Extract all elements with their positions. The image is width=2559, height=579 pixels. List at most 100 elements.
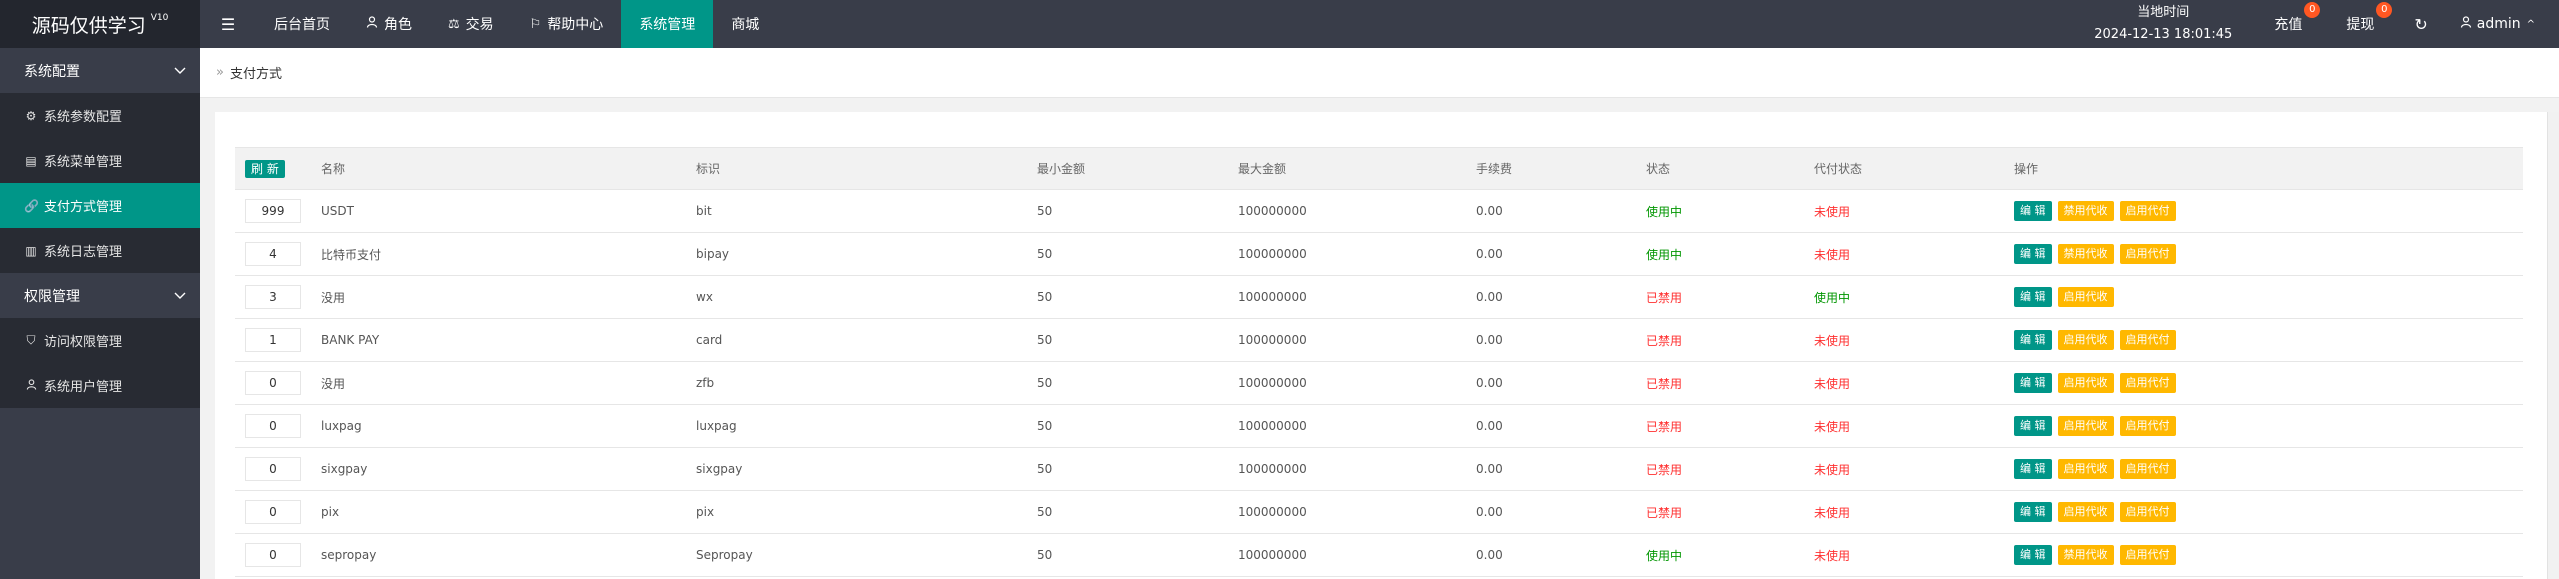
toggle-payout-button[interactable]: 启用代付 [2119,201,2176,221]
nav-item-trade[interactable]: ⚖ 交易 [430,0,512,48]
sort-cell: 0 [235,447,311,491]
nav-item-mall[interactable]: 商城 [713,0,777,48]
breadcrumb-separator-icon: » [216,65,224,80]
sort-input[interactable]: 999 [245,199,301,223]
payout-status-cell: 未使用 [1804,404,2004,448]
edit-button[interactable]: 编 辑 [2014,201,2052,221]
menu-icon[interactable]: ☰ [200,0,256,48]
sort-input[interactable]: 0 [245,500,301,524]
edit-button[interactable]: 编 辑 [2014,244,2052,264]
nav-item-system[interactable]: 系统管理 [621,0,714,48]
toggle-collect-button[interactable]: 启用代收 [2057,330,2114,350]
vertical-scrollbar[interactable] [2547,112,2559,579]
status-cell: 已禁用 [1636,361,1804,405]
user-icon [2460,16,2472,32]
table-header-cell: 标识 [686,147,1027,190]
withdraw-label: 提现 [2346,17,2375,33]
sort-input[interactable]: 0 [245,414,301,438]
toggle-payout-button[interactable]: 启用代付 [2119,502,2176,522]
name-cell: sepropay [311,533,686,577]
toggle-collect-button[interactable]: 禁用代收 [2057,201,2114,221]
sidebar-item-logs[interactable]: ▥ 系统日志管理 [0,228,200,273]
logo-text: 源码仅供学习 [31,14,146,37]
nav-item-label: 帮助中心 [547,17,604,33]
sort-input[interactable]: 3 [245,285,301,309]
toggle-collect-button[interactable]: 启用代收 [2057,416,2114,436]
toggle-collect-button[interactable]: 启用代收 [2057,373,2114,393]
flag-icon: ⚐ [529,16,542,32]
sidebar-item-users[interactable]: 系统用户管理 [0,363,200,408]
name-cell: pix [311,490,686,534]
local-clock: 当地时间 2024-12-13 18:01:45 [2074,0,2252,48]
toggle-collect-button[interactable]: 启用代收 [2057,459,2114,479]
edit-button[interactable]: 编 辑 [2014,416,2052,436]
sidebar-item-access[interactable]: ⛉ 访问权限管理 [0,318,200,363]
table-row: 999 USDT bit 50 100000000 0.00 使用中 未使用编 辑禁用代收 启用… [235,189,2523,233]
refresh-icon[interactable]: ↻ [2396,0,2445,48]
table-header-sort: 刷 新 [235,147,311,190]
refresh-button[interactable]: 刷 新 [245,160,285,178]
sort-input[interactable]: 4 [245,242,301,266]
edit-button[interactable]: 编 辑 [2014,287,2052,307]
min-amount-cell: 50 [1027,232,1228,276]
user-name: admin [2476,16,2521,32]
table-row: 0 sixgpay sixgpay 50 100000000 0.00 已禁用 未使用编 辑启… [235,447,2523,491]
edit-button[interactable]: 编 辑 [2014,373,2052,393]
user-menu[interactable]: admin ^ [2446,0,2559,48]
sort-input[interactable]: 1 [245,328,301,352]
sort-input[interactable]: 0 [245,543,301,567]
toggle-payout-button[interactable]: 启用代付 [2119,545,2176,565]
withdraw-button[interactable]: 提现 0 [2324,0,2396,48]
nav-item-role[interactable]: 角色 [348,0,430,48]
sidebar-item-label: 系统用户管理 [44,380,123,395]
sidebar-item-params[interactable]: ⚙ 系统参数配置 [0,93,200,138]
table-row: 4 比特币支付 bipay 50 100000000 0.00 使用中 未使用编 辑禁用代收启… [235,232,2523,276]
recharge-button[interactable]: 充值 0 [2252,0,2324,48]
sidebar-group-label: 权限管理 [24,288,80,305]
payout-status-cell: 未使用 [1804,318,2004,362]
toggle-payout-button[interactable]: 启用代付 [2119,330,2176,350]
toggle-payout-button[interactable]: 启用代付 [2119,244,2176,264]
toggle-payout-button[interactable]: 启用代付 [2119,373,2176,393]
clock-label: 当地时间 [2137,5,2190,20]
sort-input[interactable]: 0 [245,457,301,481]
sidebar-item-payment[interactable]: 🔗 支付方式管理 [0,183,200,228]
toggle-payout-button[interactable]: 启用代付 [2119,416,2176,436]
code-cell: pix [686,490,1027,534]
sort-cell: 0 [235,533,311,577]
nav-item-label: 商城 [731,17,760,33]
link-icon: 🔗 [24,198,39,213]
sidebar-item-label: 支付方式管理 [44,200,123,215]
toggle-collect-button[interactable]: 启用代收 [2057,502,2114,522]
sidebar-item-menus[interactable]: ▤ 系统菜单管理 [0,138,200,183]
toggle-payout-button[interactable]: 启用代付 [2119,459,2176,479]
nav-item-help[interactable]: ⚐ 帮助中心 [512,0,622,48]
name-cell: sixgpay [311,447,686,491]
actions-cell: 编 辑启用代收 启用代付 [2004,318,2523,362]
edit-button[interactable]: 编 辑 [2014,330,2052,350]
sort-cell: 999 [235,189,311,233]
toggle-collect-button[interactable]: 禁用代收 [2057,545,2114,565]
edit-button[interactable]: 编 辑 [2014,459,2052,479]
table-header-cell: 名称 [311,147,686,190]
withdraw-badge: 0 [2376,2,2393,18]
edit-button[interactable]: 编 辑 [2014,502,2052,522]
user-icon [24,378,38,393]
sort-input[interactable]: 0 [245,371,301,395]
toggle-collect-button[interactable]: 启用代收 [2057,287,2114,307]
sidebar-item-label: 系统日志管理 [44,245,123,260]
toggle-collect-button[interactable]: 禁用代收 [2057,244,2114,264]
status-cell: 使用中 [1636,189,1804,233]
sidebar-group-permissions[interactable]: 权限管理 [0,273,200,318]
status-cell: 已禁用 [1636,447,1804,491]
name-cell: USDT [311,189,686,233]
fee-cell: 0.00 [1466,232,1636,276]
nav-item-dashboard[interactable]: 后台首页 [256,0,348,48]
edit-button[interactable]: 编 辑 [2014,545,2052,565]
logo[interactable]: 源码仅供学习 V10 [0,0,200,48]
status-cell: 已禁用 [1636,404,1804,448]
log-icon: ▥ [25,243,37,258]
sidebar-group-system-config[interactable]: 系统配置 [0,48,200,93]
max-amount-cell: 100000000 [1228,318,1466,362]
breadcrumb-current: 支付方式 [229,67,282,82]
